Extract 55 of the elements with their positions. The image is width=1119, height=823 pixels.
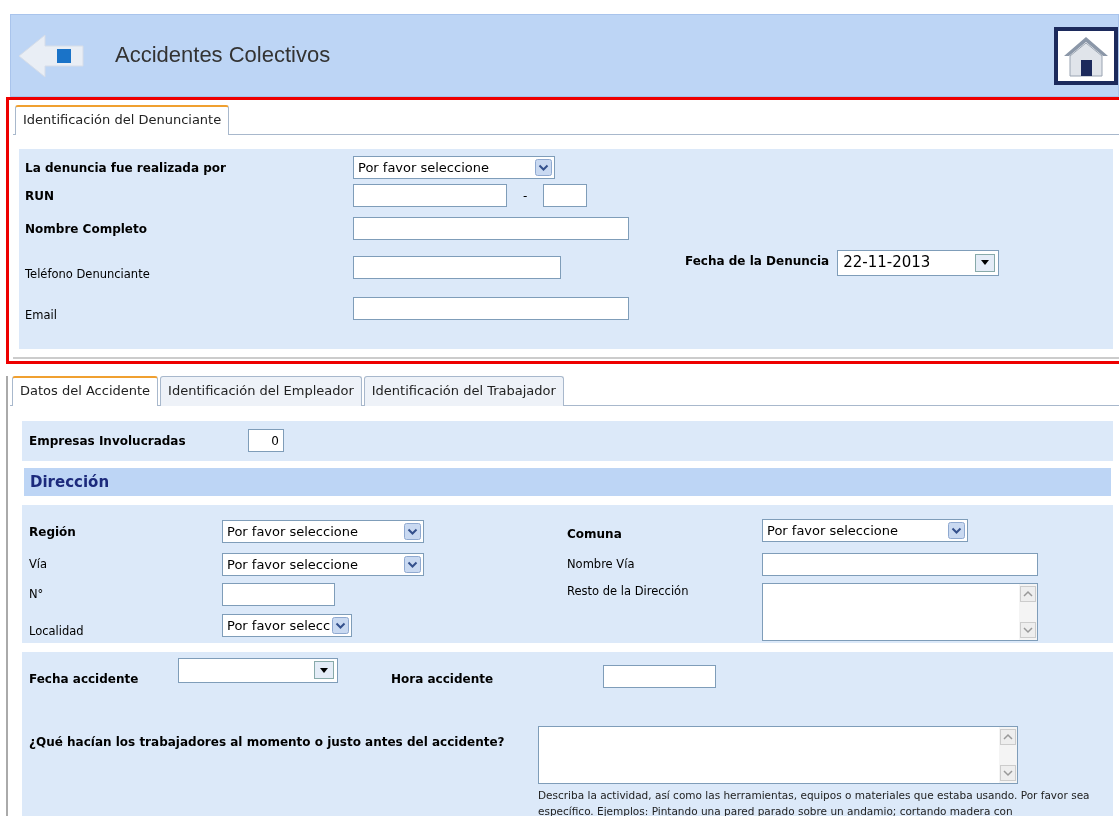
field-label: Nombre Completo [25, 220, 148, 238]
select-field[interactable]: Por favor seleccione [222, 520, 424, 543]
field-label: Localidad [29, 622, 85, 640]
input-field[interactable] [353, 297, 629, 320]
page-title: Accidentes Colectivos [115, 42, 331, 69]
scroll-up-icon [1020, 585, 1036, 602]
caret-down-icon [981, 260, 990, 265]
chevron-down-icon [948, 522, 965, 539]
dash-separator: - [522, 187, 529, 205]
chevron-down-icon [535, 159, 552, 176]
input-field[interactable]: 0 [248, 429, 284, 452]
input-field[interactable] [353, 256, 561, 279]
date-picker[interactable] [178, 657, 338, 683]
field-label: Hora accidente [391, 670, 495, 688]
input-field[interactable] [353, 184, 507, 207]
field-label: Empresas Involucradas [29, 432, 187, 450]
input-field[interactable] [762, 553, 1038, 576]
chevron-down-icon [332, 617, 349, 634]
field-label: Email [25, 306, 58, 324]
home-button[interactable] [1054, 26, 1118, 85]
field-label: La denuncia fue realizada por [25, 159, 227, 177]
select-field[interactable]: Por favor selecc [222, 614, 352, 637]
input-field[interactable] [353, 217, 629, 240]
tab[interactable]: Datos del Accidente [12, 376, 159, 406]
date-picker[interactable]: 22-11-2013 [837, 249, 1000, 276]
scroll-up-icon [1000, 728, 1016, 745]
select-field[interactable]: Por favor seleccione [762, 519, 968, 542]
select-field[interactable]: Por favor seleccione [353, 156, 555, 179]
field-label: Fecha de la Denuncia [685, 252, 830, 270]
input-field[interactable] [222, 583, 335, 606]
caret-down-icon [320, 667, 328, 673]
chevron-down-icon [404, 523, 421, 540]
text-area[interactable] [538, 725, 1018, 784]
tab[interactable]: Identificación del Trabajador [363, 376, 564, 406]
field-label: RUN [25, 187, 56, 205]
section-header: Dirección [24, 467, 1111, 496]
tab[interactable]: Identificación del Empleador [160, 376, 362, 406]
select-field[interactable]: Por favor seleccione [222, 553, 424, 576]
field-label: Fecha accidente [29, 670, 140, 688]
input-field[interactable] [543, 184, 588, 207]
scroll-down-icon [1000, 764, 1016, 781]
field-label: Nombre Vía [567, 555, 636, 573]
field-label: Teléfono Denunciante [25, 265, 151, 283]
scroll-down-icon [1020, 621, 1036, 638]
field-label: Comuna [567, 525, 623, 543]
input-field[interactable] [603, 664, 716, 688]
question-label: ¿Qué hacían los trabajadores al momento o justo antes del accidente? [29, 733, 506, 751]
hint-text: Describa la actividad, así como las herramientas, equipos o materiales que estaba usando. Por favor sea específico. Ejemplos: Pintando una pared parado sobre un andamio; cortando madera con [538, 787, 1091, 816]
tab[interactable]: Identificación del Denunciante [15, 105, 230, 135]
chevron-down-icon [404, 556, 421, 573]
text-area[interactable] [762, 582, 1038, 641]
field-label: Vía [29, 555, 49, 573]
field-label: N° [29, 585, 45, 603]
field-label: Región [29, 523, 77, 541]
field-label: Resto de la Dirección [567, 582, 690, 600]
